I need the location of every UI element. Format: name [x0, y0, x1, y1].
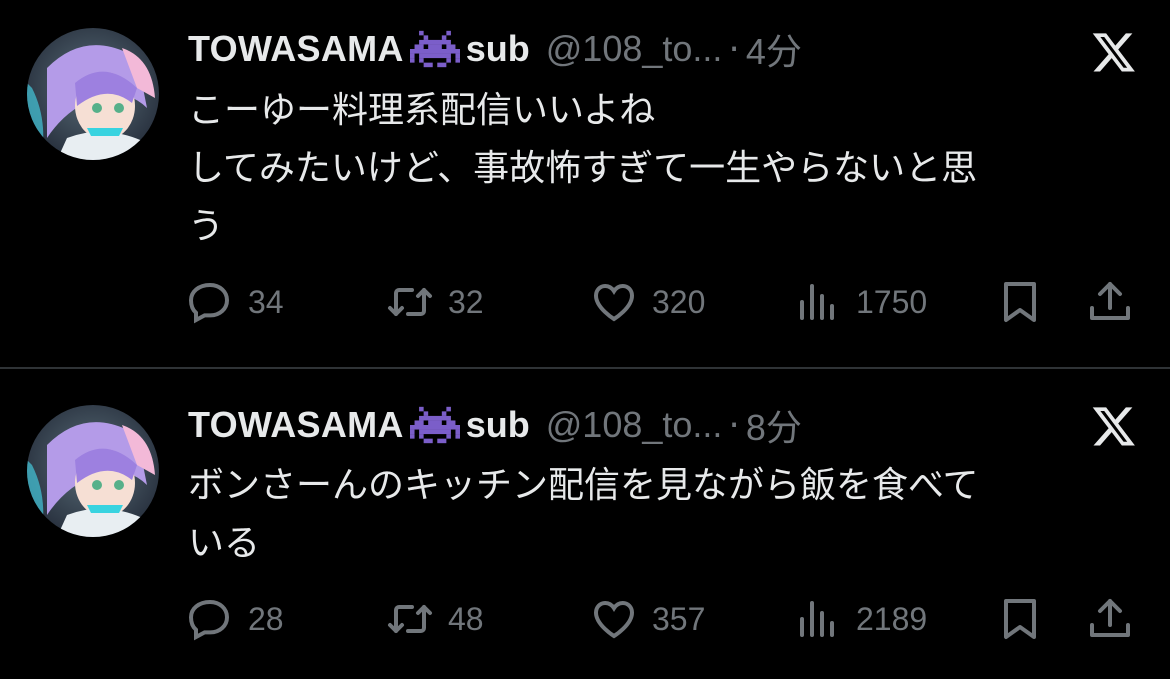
avatar[interactable] [27, 28, 159, 160]
tweet-text-line: ボンさーんのキッチン配信を見ながら飯を食べて [188, 465, 979, 506]
bookmark-icon [1004, 282, 1036, 322]
tweet-text: こーゆー料理系配信いいよね してみたいけど、事故怖すぎて一生やらないと思 う [188, 82, 1128, 256]
retweet-count: 32 [448, 283, 484, 320]
like-button[interactable]: 357 [590, 595, 705, 643]
alien-monster-emoji-icon [409, 406, 460, 444]
reply-count: 34 [248, 283, 284, 320]
reply-icon [188, 599, 230, 641]
x-logo-icon[interactable] [1090, 29, 1138, 75]
tweet-text: ボンさーんのキッチン配信を見ながら飯を食べて いる [188, 457, 1128, 573]
views-button[interactable]: 1750 [794, 278, 927, 326]
separator: · [728, 404, 740, 446]
like-count: 320 [652, 283, 706, 320]
name-suffix[interactable]: sub [466, 404, 530, 446]
share-button[interactable] [1086, 595, 1134, 643]
tweet[interactable]: TOWASAMA sub @108_to... · 8分 ボンさーんのキッチン配… [0, 369, 1170, 679]
reply-count: 28 [248, 600, 284, 637]
bookmark-button[interactable] [996, 595, 1044, 643]
tweet-text-line: こーゆー料理系配信いいよね [188, 90, 656, 131]
view-count: 2189 [856, 600, 928, 637]
heart-icon [593, 600, 635, 639]
name-suffix[interactable]: sub [466, 28, 530, 70]
tweet-text-line: いる [188, 523, 261, 564]
display-name[interactable]: TOWASAMA [188, 404, 404, 446]
tweet-text-line: してみたいけど、事故怖すぎて一生やらないと思 [188, 148, 978, 189]
handle[interactable]: @108_to... [546, 28, 723, 70]
handle[interactable]: @108_to... [546, 404, 723, 446]
timestamp[interactable]: 8分 [746, 399, 802, 451]
retweet-icon [388, 288, 432, 316]
share-icon [1090, 599, 1130, 637]
tweet-text-line: う [188, 206, 225, 247]
tweet[interactable]: TOWASAMA sub @108_to... · 4分 こーゆー料理系配信いい… [0, 0, 1170, 368]
bookmark-button[interactable] [996, 278, 1044, 326]
share-icon [1090, 282, 1130, 320]
bookmark-icon [1004, 599, 1036, 639]
avatar[interactable] [27, 405, 159, 537]
display-name[interactable]: TOWASAMA [188, 28, 404, 70]
like-count: 357 [652, 600, 706, 637]
share-button[interactable] [1086, 278, 1134, 326]
timestamp[interactable]: 4分 [746, 23, 802, 75]
view-count: 1750 [856, 283, 928, 320]
reply-button[interactable]: 34 [186, 278, 284, 326]
alien-monster-emoji-icon [409, 30, 460, 68]
retweet-icon [388, 605, 432, 633]
views-button[interactable]: 2189 [794, 595, 927, 643]
x-logo-icon[interactable] [1090, 403, 1138, 449]
tweet-header: TOWASAMA sub @108_to... · 8分 [188, 401, 802, 449]
reply-button[interactable]: 28 [186, 595, 284, 643]
retweet-count: 48 [448, 600, 484, 637]
like-button[interactable]: 320 [590, 278, 705, 326]
retweet-button[interactable]: 48 [386, 595, 484, 643]
retweet-button[interactable]: 32 [386, 278, 484, 326]
heart-icon [593, 283, 635, 322]
tweet-header: TOWASAMA sub @108_to... · 4分 [188, 25, 802, 73]
reply-icon [188, 282, 230, 324]
views-icon [800, 284, 834, 320]
separator: · [728, 28, 740, 70]
action-bar: 28 48 357 2189 [186, 595, 1136, 643]
action-bar: 34 32 320 1750 [186, 278, 1136, 326]
views-icon [800, 601, 834, 637]
